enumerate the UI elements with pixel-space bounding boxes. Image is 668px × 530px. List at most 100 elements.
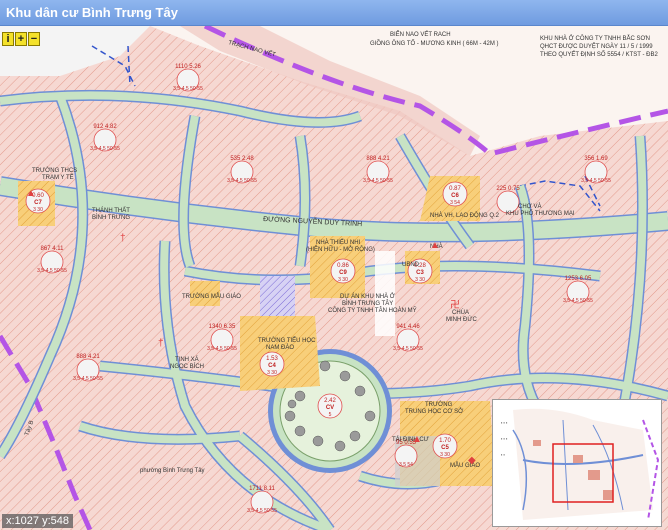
plot-label[interactable]: 888 4.21 3,5-4,5 50-55 (363, 156, 393, 184)
facility-code: C6 (451, 193, 459, 199)
plot-label[interactable]: 535 2.48 3,5-4,5 50-55 (227, 156, 257, 184)
secondary-school-label-2: TRUNG HỌC CƠ SỞ (405, 408, 463, 415)
facility-ratio: 1.70 (439, 438, 451, 444)
project-label: DỰ ÁN KHU NHÀ Ở (340, 293, 395, 300)
plot-params: 3,5-4,5 50-55 (73, 376, 103, 382)
plot-area: 1711 8.11 (249, 486, 275, 492)
ward-label: phường Bình Trưng Tây (140, 468, 205, 474)
north-annotation-2: GIỒNG ÔNG TỐ - MƯƠNG KINH ( 66M - 42M ) (370, 40, 499, 47)
plot-area: 356 1.69 (584, 156, 608, 162)
childrens-house-label-2: (HIỆN HỮU - MỞ RỘNG) (306, 245, 375, 253)
facility-params: 3 30 (338, 277, 348, 283)
project-label-3: CÔNG TY TNHH TÂN HOÀN MỸ (328, 307, 417, 314)
monastery-label-2: NGỌC BÍCH (170, 363, 204, 370)
market-label-2: KHU PHỐ THƯƠNG MẠI (506, 210, 575, 217)
plot-params: 3,5-4,5 50-55 (363, 178, 393, 184)
culture-house-label: NHÀ VH. LAO ĐỘNG Q.2 (430, 212, 500, 219)
overview-minimap[interactable]: ▪ ▪ ▪ ▪ ▪ ▪ ▪ ▪ (492, 399, 662, 527)
plot-label[interactable]: 888 4.21 3,5-4,5 50-55 (73, 354, 103, 382)
facility-ratio: 2.42 (324, 398, 336, 404)
svg-text:▪ ▪ ▪: ▪ ▪ ▪ (501, 420, 508, 425)
plot-params: 3,5-4,5 50-55 (393, 346, 423, 352)
school-zone-c4[interactable] (240, 316, 320, 391)
plot-label[interactable]: 867 4.11 3,5-4,5 50-55 (37, 246, 67, 274)
plot-params: 3,5-4,5 50-55 (563, 298, 593, 304)
plot-area: 888 4.21 (366, 156, 390, 162)
temple-icon: † (120, 233, 126, 244)
secondary-school-label: TRƯỜNG (425, 401, 453, 408)
plot-label[interactable]: 225 0.75 (496, 186, 520, 214)
facility-ratio: 1.53 (266, 356, 278, 362)
plot-area: 535 2.48 (230, 156, 254, 162)
pagoda-icon: 卍 (450, 299, 460, 311)
ne-note-3: THEO QUYẾT ĐỊNH SỐ 5554 / KTST - ĐB2 (540, 51, 658, 58)
facility-params: 3 30 (440, 452, 450, 458)
plot-area: 888 4.21 (76, 354, 100, 360)
plot-label[interactable]: 1110 5.26 3,5-4,5 50-55 (173, 64, 203, 92)
plot-label[interactable]: 1253 6.05 3,5-4,5 50-55 (563, 276, 593, 304)
plot-area: 1110 5.26 (175, 64, 201, 70)
facility-code: C4 (268, 363, 276, 369)
facility-label[interactable]: 0.86C93 30 (330, 258, 356, 284)
facility-params: 3 54 (450, 200, 460, 206)
school-thcs-label: TRƯỜNG THCS (32, 167, 77, 174)
plot-area: 941 4.46 (396, 324, 420, 330)
monastery-label: TỊNH XÁ (175, 356, 199, 363)
info-button[interactable]: i (2, 32, 14, 46)
facility-params: 3 30 (267, 370, 277, 376)
kindergarten-icon: ◆ (468, 455, 476, 466)
plot-label[interactable]: 941 4.46 3,5-4,5 50-55 (393, 324, 423, 352)
facility-code: C7 (34, 200, 42, 206)
title-bar: Khu dân cư Bình Trưng Tây (0, 0, 668, 26)
plot-label[interactable]: 1340 6.35 3,5-4,5 50-55 (207, 324, 237, 352)
temple-label-2: BÌNH TRƯNG (92, 214, 130, 221)
facility-code: C3 (416, 270, 424, 276)
svg-text:▪ ▪ ▪: ▪ ▪ ▪ (501, 436, 508, 441)
facility-params: 5 (329, 412, 332, 418)
plot-params: 3,5-4,5 50-55 (247, 508, 277, 514)
ubnd-label: UBND (402, 262, 420, 268)
facility-label[interactable]: 0.87C63 54 (442, 181, 468, 207)
plot-params: 3,5-4,5 50-55 (173, 86, 203, 92)
school-icon: ▲ (26, 188, 36, 199)
facility-code: C5 (441, 445, 449, 451)
plot-label[interactable]: 356 1.69 3,5-4,5 50-55 (581, 156, 611, 184)
plot-label[interactable]: 912 4.82 3,5-4,5 50-55 (90, 124, 120, 152)
pagoda-label-2: MINH ĐỨC (446, 316, 477, 323)
plot-area: 1253 6.05 (565, 276, 592, 282)
facility-label[interactable]: 1.53C43 30 (259, 351, 285, 377)
monastery-icon: † (158, 338, 164, 349)
facility-params: 3 30 (33, 207, 43, 213)
ne-note-2: QHCT ĐƯỢC DUYỆT NGÀY 11 / 5 / 1999 (540, 42, 653, 50)
zoom-in-button[interactable]: + (15, 32, 27, 46)
plot-area: 1340 6.35 (209, 324, 236, 330)
zoom-out-button[interactable]: − (28, 32, 40, 46)
facility-ratio: 0.86 (337, 263, 349, 269)
plot-params: 3,5-4,5 50-55 (581, 178, 611, 184)
childrens-house-label: NHÀ THIẾU NHI (316, 239, 361, 246)
primary-school-label: TRƯỜNG TIỂU HỌC (258, 337, 316, 344)
north-annotation-1: BIỂN NAO VẾT RACH (390, 31, 451, 38)
plot-label[interactable]: 1711 8.11 3,5-4,5 50-55 (247, 486, 277, 514)
svg-text:▪ ▪: ▪ ▪ (501, 452, 506, 457)
resettlement-label: TÁI ĐỊNH CƯ (392, 436, 429, 443)
plot-area: 225 0.75 (496, 186, 520, 192)
facility-label[interactable]: 1.70C53 30 (432, 433, 458, 459)
kindergarten-label-2: MẪU GIÁO (450, 462, 480, 469)
project-zone[interactable] (260, 276, 295, 316)
plot-params: 3,5-4,5 50-55 (227, 178, 257, 184)
market-label: CHỢ VÀ (518, 203, 541, 210)
page-title: Khu dân cư Bình Trưng Tây (6, 5, 178, 20)
ne-note-1: KHU NHÀ Ở CÔNG TY TNHH BẮC SƠN (540, 34, 650, 42)
plot-params: 3,5 54 (399, 462, 413, 468)
primary-school-label-2: NAM ĐÀO (266, 344, 294, 351)
plot-params: 3,5-4,5 50-55 (37, 268, 67, 274)
plot-params: 3,5-4,5 50-55 (207, 346, 237, 352)
facility-code: C9 (339, 270, 347, 276)
kindergarten-label: TRƯỜNG MẪU GIÁO (182, 293, 241, 300)
coordinate-readout: x:1027 y:548 (2, 514, 73, 528)
facility-label[interactable]: 2.42CV5 (317, 393, 343, 419)
facility-code: CV (326, 405, 334, 411)
project-label-2: BÌNH TRƯNG TÂY (342, 300, 393, 307)
school-icon-c3: ▲ (430, 240, 440, 251)
